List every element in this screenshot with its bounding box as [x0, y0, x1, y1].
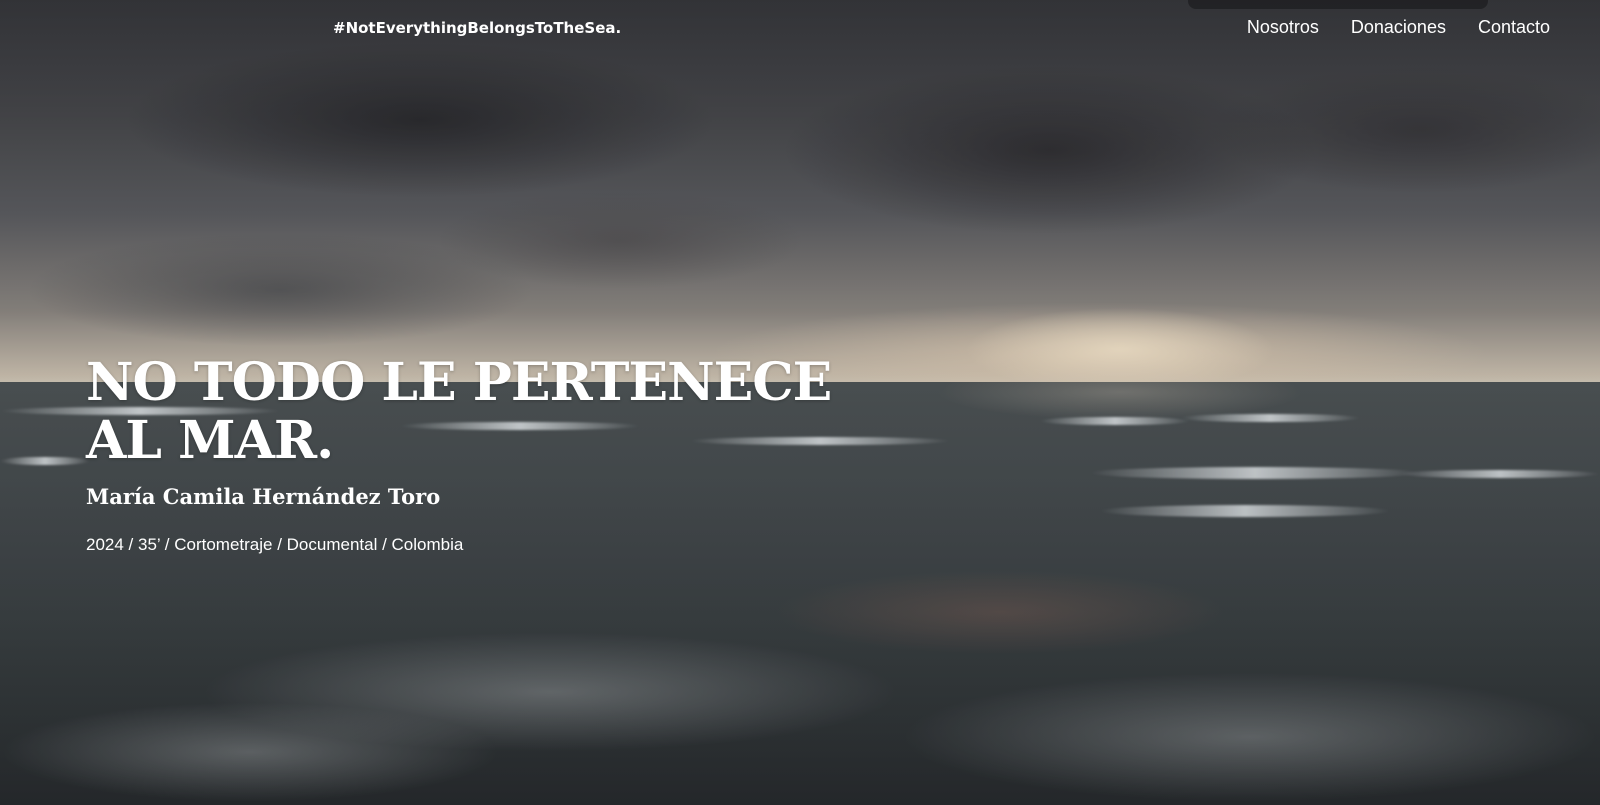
- director-name: María Camila Hernández Toro: [86, 484, 441, 509]
- nav-link-nosotros[interactable]: Nosotros: [1247, 17, 1319, 38]
- hero-section: #NotEverythingBelongsToTheSea. Nosotros …: [0, 0, 1600, 805]
- film-metadata: 2024 / 35’ / Cortometraje / Documental /…: [86, 535, 464, 554]
- nav-link-contacto[interactable]: Contacto: [1478, 17, 1550, 38]
- film-title: NO TODO LE PERTENECE AL MAR.: [86, 354, 906, 470]
- film-title-line-2: AL MAR.: [86, 410, 334, 471]
- nav-link-donaciones[interactable]: Donaciones: [1351, 17, 1446, 38]
- film-title-line-1: NO TODO LE PERTENECE: [86, 352, 832, 413]
- main-nav: Nosotros Donaciones Contacto: [1247, 17, 1550, 38]
- hashtag-tagline: #NotEverythingBelongsToTheSea.: [333, 19, 622, 37]
- nav-tab-decoration: [1188, 0, 1488, 9]
